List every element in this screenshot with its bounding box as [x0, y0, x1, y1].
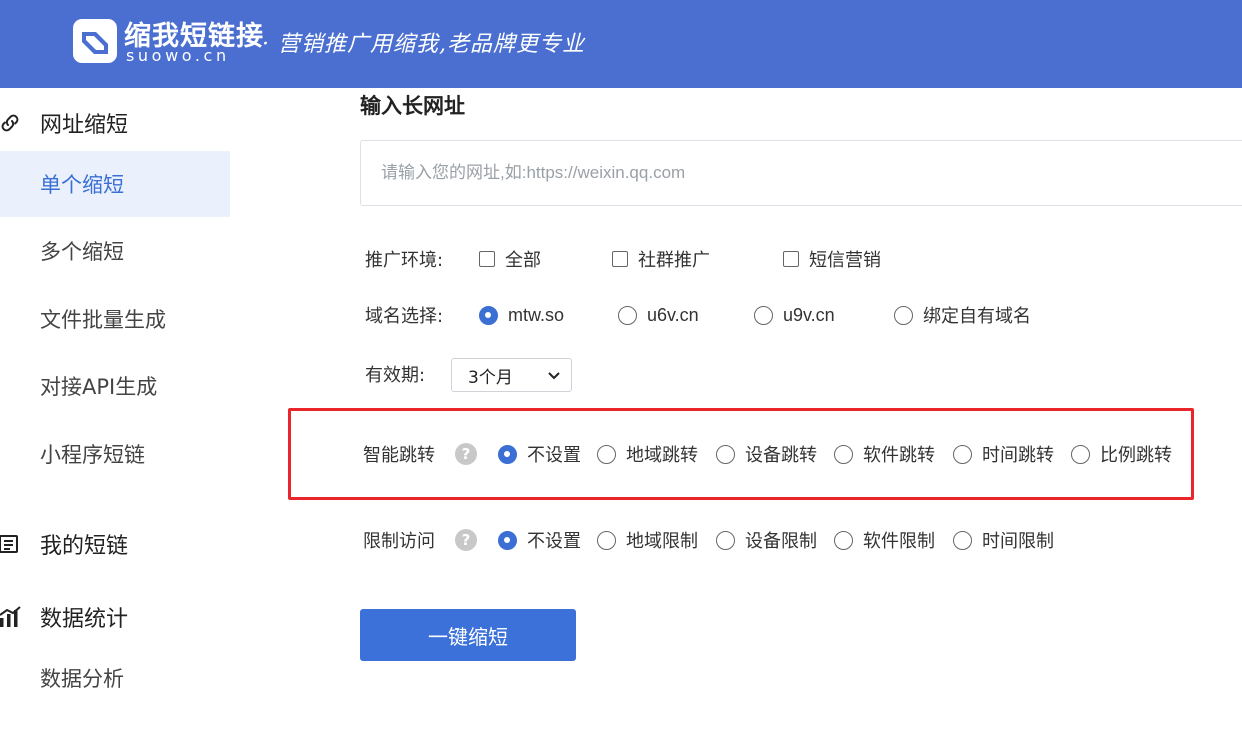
chevron-down-icon	[548, 372, 560, 380]
promo-env-row: 推广环境: 全部 社群推广 短信营销	[360, 244, 1242, 274]
radio[interactable]	[953, 530, 972, 550]
link-icon	[1, 114, 19, 132]
sidebar-group-my-links[interactable]: 我的短链	[0, 513, 230, 575]
domain-label: 域名选择:	[365, 306, 444, 327]
sidebar-group-shorten[interactable]: 网址缩短	[0, 92, 230, 154]
restrict-label: 限制访问	[363, 531, 435, 552]
radio[interactable]	[834, 530, 853, 550]
checkbox[interactable]	[783, 251, 799, 267]
checkbox[interactable]	[612, 251, 628, 267]
sidebar-item-label: 多个缩短	[40, 240, 124, 264]
validity-select[interactable]: 3个月	[451, 358, 572, 392]
sidebar-item-label: 单个缩短	[40, 173, 124, 197]
validity-value: 3个月	[468, 367, 513, 388]
sidebar-item-label: 数据分析	[40, 667, 124, 691]
radio[interactable]	[754, 305, 773, 325]
restrict-option-time[interactable]: 时间限制	[953, 527, 1054, 553]
shorten-button[interactable]: 一键缩短	[360, 609, 576, 661]
validity-row: 有效期: 3个月	[360, 358, 1242, 392]
sidebar-item-label: 文件批量生成	[40, 308, 166, 332]
restrict-option-software[interactable]: 软件限制	[834, 527, 935, 553]
env-option-sms[interactable]: 短信营销	[783, 246, 881, 272]
radio[interactable]	[894, 305, 913, 325]
highlight-box	[288, 408, 1194, 500]
restrict-option-device[interactable]: 设备限制	[716, 527, 817, 553]
radio[interactable]	[618, 305, 637, 325]
domain-row: 域名选择: mtw.so u6v.cn u9v.cn 绑定自有域名	[360, 300, 1242, 330]
restrict-option-region[interactable]: 地域限制	[597, 527, 698, 553]
sidebar-group-label: 网址缩短	[40, 113, 129, 138]
slogan: · 营销推广用缩我,老品牌更专业	[262, 32, 585, 57]
radio-selected[interactable]	[479, 305, 498, 325]
sidebar-item-file-batch[interactable]: 文件批量生成	[0, 286, 230, 352]
sidebar-group-label: 我的短链	[40, 534, 129, 559]
sidebar: 网址缩短 单个缩短 多个缩短 文件批量生成 对接API生成 小程序短链 我的短链…	[0, 88, 230, 735]
sidebar-item-analysis[interactable]: 数据分析	[0, 645, 230, 711]
env-option-all[interactable]: 全部	[479, 246, 541, 272]
sidebar-item-api[interactable]: 对接API生成	[0, 353, 230, 419]
radio-selected[interactable]	[498, 530, 517, 550]
restrict-row: 限制访问 ? 不设置 地域限制 设备限制 软件限制 时间限制	[360, 525, 1242, 555]
domain-option-mtw[interactable]: mtw.so	[479, 305, 564, 326]
restrict-option-none[interactable]: 不设置	[498, 527, 581, 553]
promo-env-label: 推广环境:	[365, 250, 444, 271]
sidebar-item-miniprogram[interactable]: 小程序短链	[0, 421, 230, 487]
sidebar-group-stats[interactable]: 数据统计	[0, 586, 230, 648]
page-title: 输入长网址	[360, 94, 465, 118]
domain-option-u6v[interactable]: u6v.cn	[618, 305, 699, 326]
help-icon[interactable]: ?	[455, 529, 477, 551]
domain-option-custom[interactable]: 绑定自有域名	[894, 302, 1031, 328]
sidebar-item-label: 对接API生成	[40, 375, 158, 399]
list-icon	[0, 535, 18, 553]
checkbox[interactable]	[479, 251, 495, 267]
sidebar-item-multiple[interactable]: 多个缩短	[0, 218, 230, 284]
top-header: 缩我短链接 suowo.cn · 营销推广用缩我,老品牌更专业	[0, 0, 1242, 88]
brand-domain: suowo.cn	[126, 46, 230, 65]
validity-label: 有效期:	[365, 365, 426, 386]
domain-option-u9v[interactable]: u9v.cn	[754, 305, 835, 326]
env-option-community[interactable]: 社群推广	[612, 246, 710, 272]
logo-icon	[73, 19, 117, 63]
radio[interactable]	[716, 530, 735, 550]
radio[interactable]	[597, 530, 616, 550]
sidebar-item-label: 小程序短链	[40, 443, 145, 467]
sidebar-item-single[interactable]: 单个缩短	[0, 151, 230, 217]
url-input[interactable]	[360, 140, 1242, 206]
sidebar-group-label: 数据统计	[40, 607, 129, 632]
bar-chart-icon	[0, 606, 21, 627]
